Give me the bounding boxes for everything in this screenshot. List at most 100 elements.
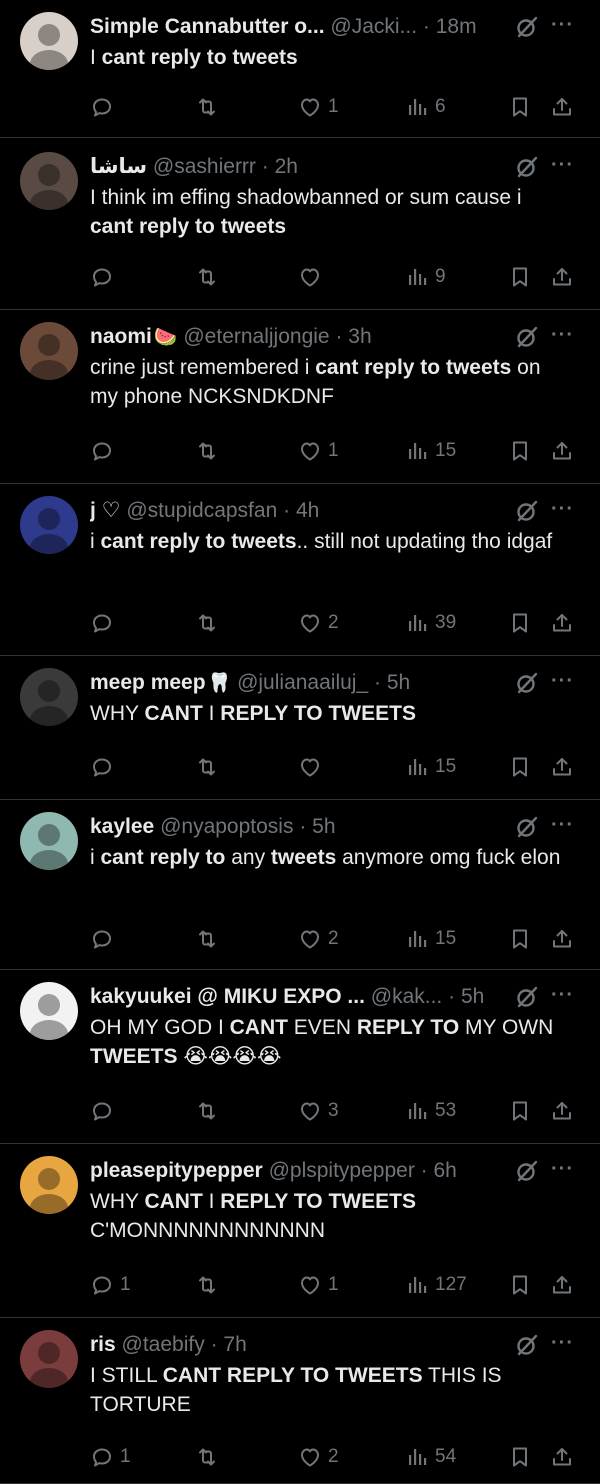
display-name[interactable]: ris (90, 1333, 116, 1356)
views-button[interactable]: 6 (405, 92, 446, 122)
avatar[interactable] (20, 496, 78, 554)
retweet-button[interactable] (195, 752, 219, 782)
like-button[interactable]: 2 (298, 608, 339, 638)
more-options-icon[interactable]: ··· (551, 982, 574, 1008)
avatar[interactable] (20, 668, 78, 726)
views-button[interactable]: 15 (405, 436, 456, 466)
grok-icon[interactable] (514, 324, 540, 350)
avatar[interactable] (20, 152, 78, 210)
views-button[interactable]: 9 (405, 262, 446, 292)
display-name[interactable]: kakyuukei @ MIKU EXPO ... (90, 985, 365, 1008)
reply-button[interactable] (90, 924, 120, 954)
bookmark-button[interactable] (508, 1096, 532, 1126)
more-options-icon[interactable]: ··· (551, 12, 574, 38)
tweet[interactable]: kakyuukei @ MIKU EXPO ... @kak... · 5h ··… (0, 970, 600, 1144)
tweet[interactable]: ساشا @sashierrr · 2h ··· I think im effing… (0, 140, 600, 310)
user-handle[interactable]: @julianaailuj_ (237, 671, 368, 694)
like-button[interactable] (298, 262, 328, 292)
grok-icon[interactable] (514, 1332, 540, 1358)
bookmark-button[interactable] (508, 92, 532, 122)
display-name[interactable]: ساشا (90, 155, 147, 178)
display-name[interactable]: kaylee (90, 815, 154, 838)
bookmark-button[interactable] (508, 262, 532, 292)
like-button[interactable]: 2 (298, 924, 339, 954)
share-button[interactable] (550, 752, 574, 782)
bookmark-button[interactable] (508, 752, 532, 782)
reply-button[interactable] (90, 608, 120, 638)
more-options-icon[interactable]: ··· (551, 322, 574, 348)
retweet-button[interactable] (195, 1096, 219, 1126)
timestamp[interactable]: 6h (433, 1159, 456, 1182)
timestamp[interactable]: 4h (296, 499, 319, 522)
like-button[interactable]: 1 (298, 436, 339, 466)
share-button[interactable] (550, 436, 574, 466)
tweet[interactable]: ris @taebify · 7h ··· I STILL CANT REPLY T… (0, 1318, 600, 1484)
avatar[interactable] (20, 1330, 78, 1388)
grok-icon[interactable] (514, 1158, 540, 1184)
user-handle[interactable]: @stupidcapsfan (126, 499, 277, 522)
user-handle[interactable]: @kak... (371, 985, 443, 1008)
share-button[interactable] (550, 924, 574, 954)
more-options-icon[interactable]: ··· (551, 496, 574, 522)
bookmark-button[interactable] (508, 1270, 532, 1300)
display-name[interactable]: naomi (90, 325, 152, 348)
bookmark-button[interactable] (508, 924, 532, 954)
views-button[interactable]: 39 (405, 608, 456, 638)
bookmark-button[interactable] (508, 1442, 532, 1472)
more-options-icon[interactable]: ··· (551, 1156, 574, 1182)
grok-icon[interactable] (514, 154, 540, 180)
user-handle[interactable]: @Jacki... (330, 15, 417, 38)
user-handle[interactable]: @eternaljjongie (183, 325, 329, 348)
tweet[interactable]: Simple Cannabutter o... @Jacki... · 18m ·… (0, 0, 600, 138)
retweet-button[interactable] (195, 436, 219, 466)
retweet-button[interactable] (195, 924, 219, 954)
reply-button[interactable]: 1 (90, 1442, 131, 1472)
display-name[interactable]: Simple Cannabutter o... (90, 15, 325, 38)
more-options-icon[interactable]: ··· (551, 812, 574, 838)
reply-button[interactable] (90, 436, 120, 466)
like-button[interactable]: 3 (298, 1096, 339, 1126)
grok-icon[interactable] (514, 670, 540, 696)
more-options-icon[interactable]: ··· (551, 1330, 574, 1356)
share-button[interactable] (550, 1270, 574, 1300)
reply-button[interactable] (90, 752, 120, 782)
reply-button[interactable] (90, 262, 120, 292)
user-handle[interactable]: @nyapoptosis (160, 815, 293, 838)
like-button[interactable]: 1 (298, 92, 339, 122)
views-button[interactable]: 53 (405, 1096, 456, 1126)
grok-icon[interactable] (514, 14, 540, 40)
tweet[interactable]: naomi 🍉 @eternaljjongie · 3h ··· crine just… (0, 310, 600, 484)
bookmark-button[interactable] (508, 608, 532, 638)
tweet[interactable]: j ♡ @stupidcapsfan · 4h ··· i cant reply t… (0, 484, 600, 656)
timestamp[interactable]: 7h (223, 1333, 246, 1356)
share-button[interactable] (550, 92, 574, 122)
share-button[interactable] (550, 1096, 574, 1126)
reply-button[interactable] (90, 1096, 120, 1126)
retweet-button[interactable] (195, 262, 219, 292)
share-button[interactable] (550, 262, 574, 292)
user-handle[interactable]: @sashierrr (153, 155, 256, 178)
user-handle[interactable]: @taebify (122, 1333, 205, 1356)
retweet-button[interactable] (195, 1442, 219, 1472)
retweet-button[interactable] (195, 608, 219, 638)
tweet[interactable]: meep meep 🦷 @julianaailuj_ · 5h ··· WHY CAN… (0, 656, 600, 800)
share-button[interactable] (550, 1442, 574, 1472)
more-options-icon[interactable]: ··· (551, 668, 574, 694)
timestamp[interactable]: 5h (312, 815, 335, 838)
retweet-button[interactable] (195, 92, 219, 122)
display-name[interactable]: j ♡ (90, 499, 121, 522)
display-name[interactable]: meep meep (90, 671, 206, 694)
user-handle[interactable]: @plspitypepper (269, 1159, 415, 1182)
timestamp[interactable]: 5h (461, 985, 484, 1008)
avatar[interactable] (20, 12, 78, 70)
tweet[interactable]: kaylee @nyapoptosis · 5h ··· i cant reply … (0, 800, 600, 970)
timestamp[interactable]: 3h (348, 325, 371, 348)
like-button[interactable]: 1 (298, 1270, 339, 1300)
grok-icon[interactable] (514, 814, 540, 840)
views-button[interactable]: 15 (405, 924, 456, 954)
views-button[interactable]: 127 (405, 1270, 467, 1300)
views-button[interactable]: 54 (405, 1442, 456, 1472)
share-button[interactable] (550, 608, 574, 638)
like-button[interactable] (298, 752, 328, 782)
timestamp[interactable]: 5h (387, 671, 410, 694)
